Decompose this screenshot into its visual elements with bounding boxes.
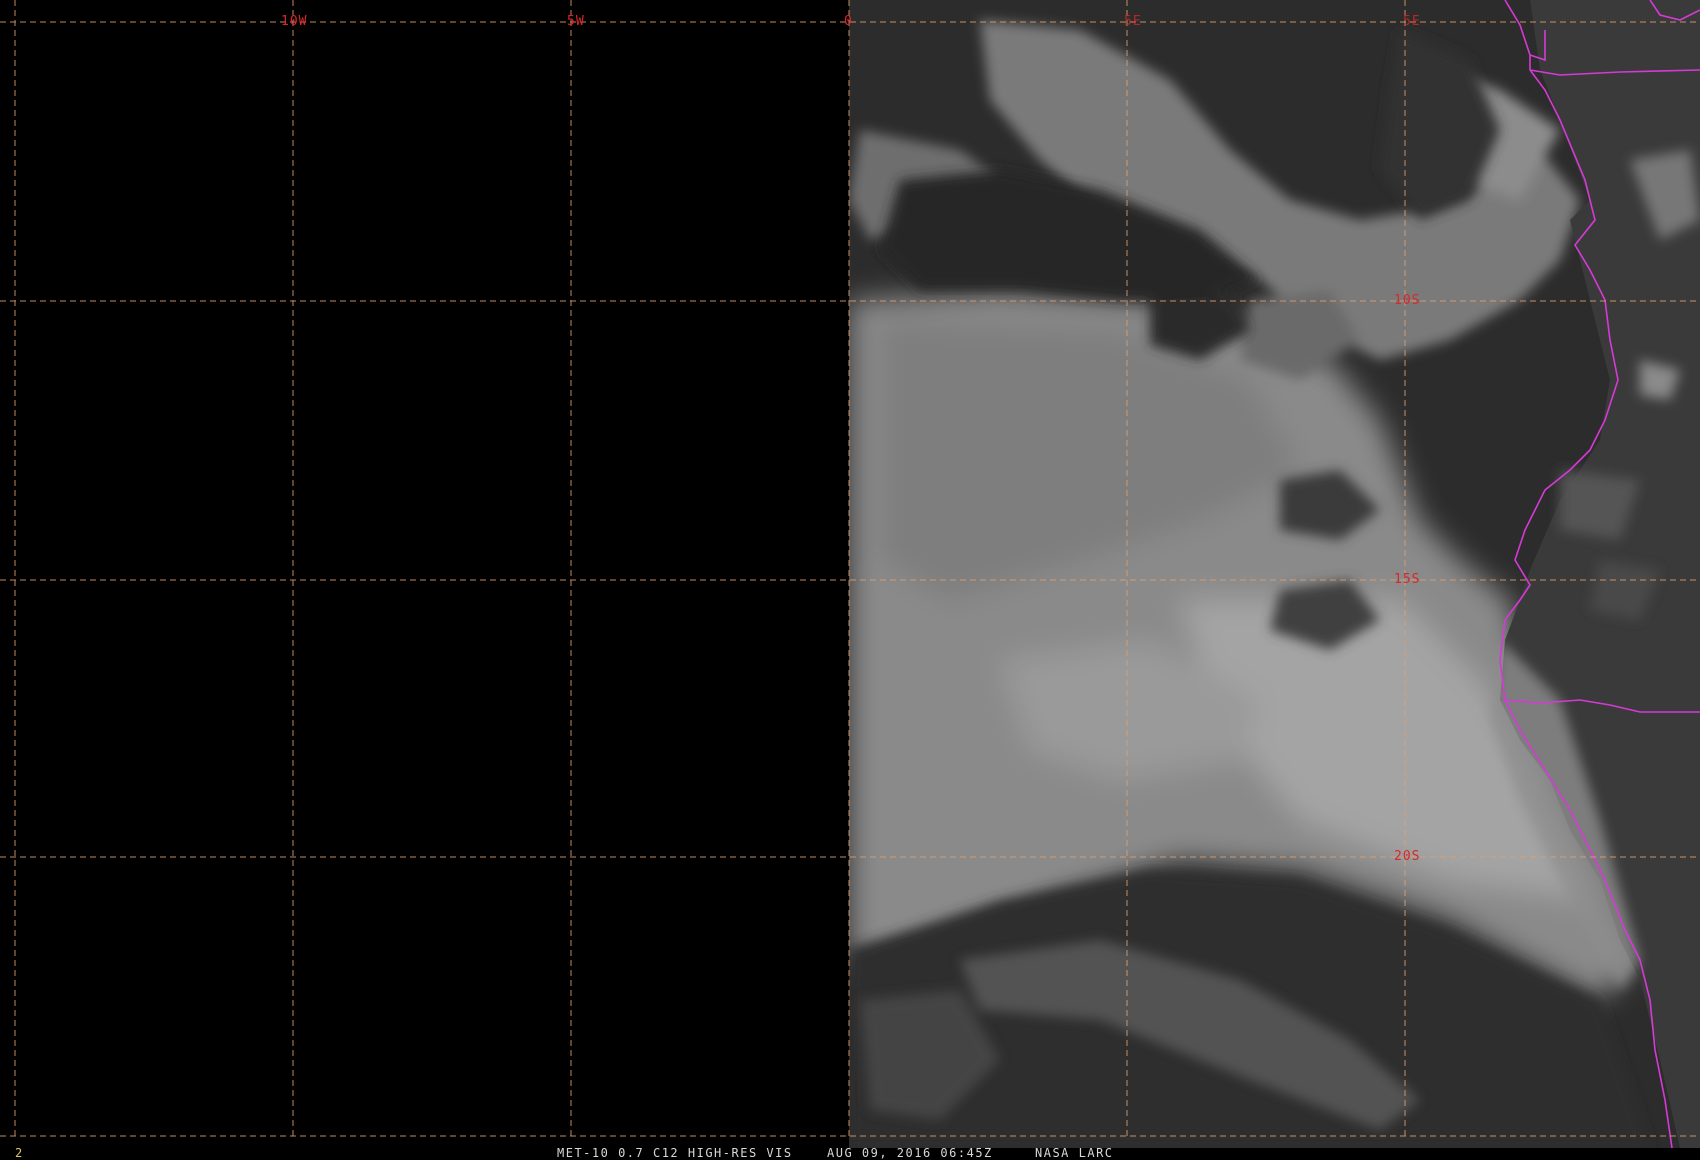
longitude-label-0: 0 <box>844 14 853 29</box>
datetime-label: AUG 09, 2016 06:45Z <box>827 1146 993 1160</box>
source-label: NASA LARC <box>1035 1146 1114 1160</box>
latitude-label-10s: 10S <box>1394 293 1421 308</box>
longitude-label-5e: 5E <box>1124 14 1142 29</box>
product-label: MET-10 0.7 C12 HIGH-RES VIS <box>557 1146 793 1160</box>
longitude-label-10w: 10W <box>281 14 308 29</box>
frame-number: 2 <box>15 1146 24 1160</box>
longitude-label-5w: 5W <box>567 14 585 29</box>
latitude-label-20s: 20S <box>1394 849 1421 864</box>
satellite-map <box>0 0 1700 1149</box>
latitude-label-15s: 15S <box>1394 572 1421 587</box>
longitude-label-5e-right: 5E <box>1403 14 1421 29</box>
no-data-region <box>0 0 849 1148</box>
image-footer: 2 MET-10 0.7 C12 HIGH-RES VIS AUG 09, 20… <box>0 1146 1700 1160</box>
